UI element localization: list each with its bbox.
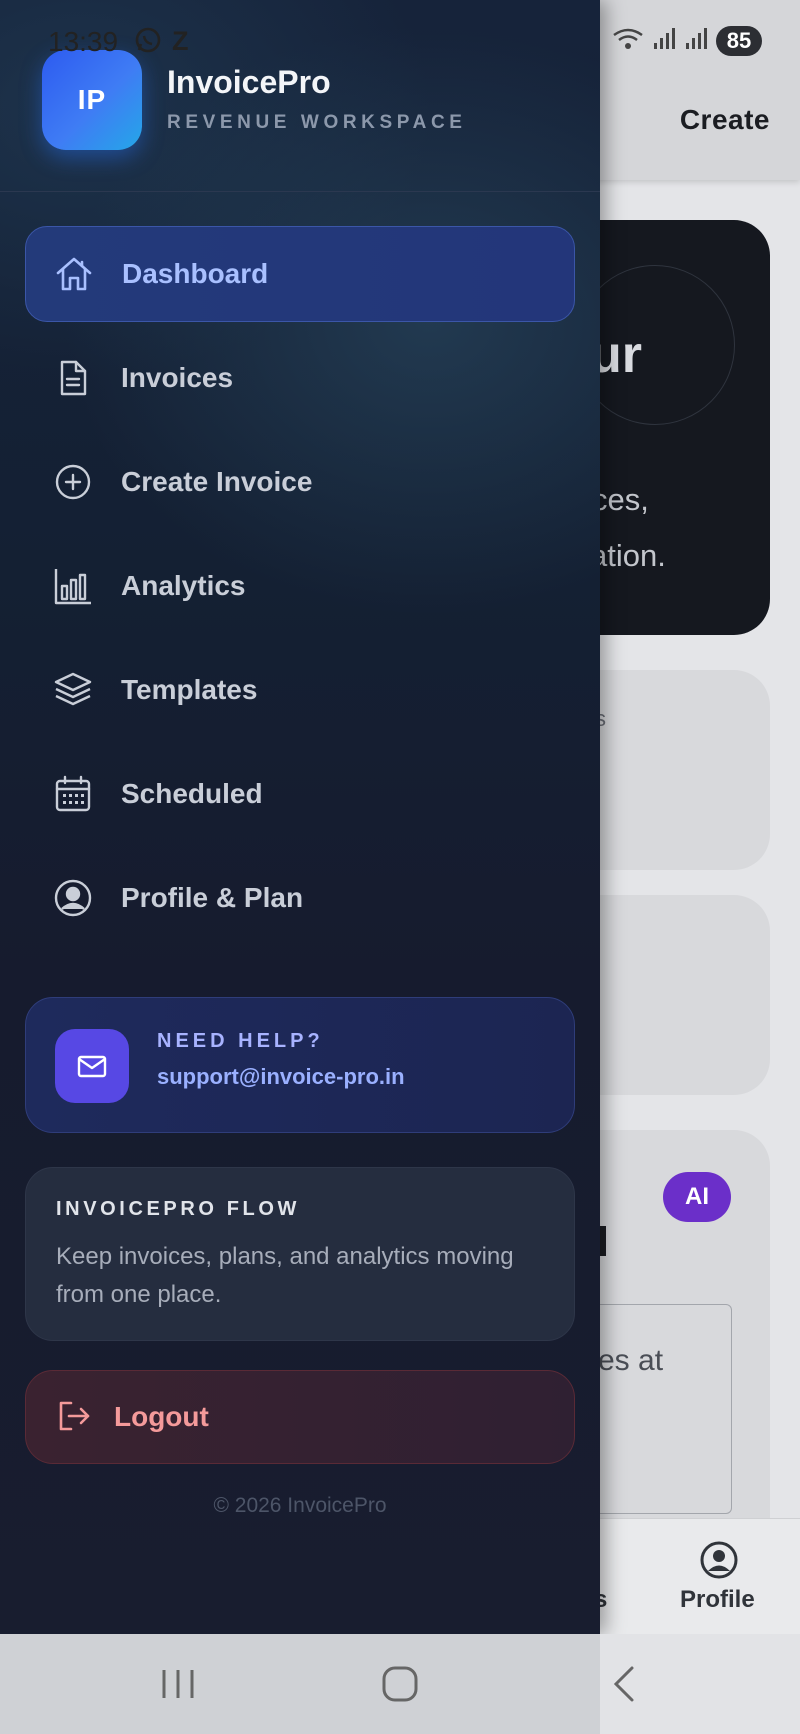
flow-description: Keep invoices, plans, and analytics movi… bbox=[56, 1243, 514, 1308]
user-circle-icon bbox=[53, 878, 93, 918]
ai-prompt-input[interactable] bbox=[590, 1304, 732, 1514]
nav-item-analytics[interactable]: Analytics bbox=[25, 538, 575, 634]
hero-text-line1: ces, bbox=[592, 482, 649, 517]
battery-indicator: 85 bbox=[716, 26, 762, 56]
nav-item-invoices[interactable]: Invoices bbox=[25, 330, 575, 426]
ai-badge: AI bbox=[663, 1172, 731, 1222]
recent-apps-icon[interactable] bbox=[160, 1664, 196, 1709]
signal-icon bbox=[652, 27, 676, 56]
system-nav-bar bbox=[0, 1634, 800, 1734]
status-letter: Z bbox=[172, 26, 189, 56]
nav-item-label: Create Invoice bbox=[121, 466, 313, 497]
hero-text-line2: ation. bbox=[590, 538, 666, 573]
nav-item-label: Templates bbox=[121, 674, 258, 705]
layers-icon bbox=[53, 670, 93, 710]
create-button[interactable]: Create bbox=[680, 104, 770, 136]
help-title: NEED HELP? bbox=[157, 1030, 324, 1052]
bar-chart-icon bbox=[53, 566, 93, 606]
nav-item-dashboard[interactable]: Dashboard bbox=[25, 226, 575, 322]
logout-button[interactable]: Logout bbox=[25, 1370, 575, 1464]
brand-name: InvoicePro bbox=[167, 64, 331, 100]
flow-card: INVOICEPRO FLOW Keep invoices, plans, an… bbox=[25, 1167, 575, 1341]
document-icon bbox=[53, 358, 93, 398]
nav-item-create-invoice[interactable]: Create Invoice bbox=[25, 434, 575, 530]
home-icon bbox=[54, 254, 94, 294]
nav-item-label: Dashboard bbox=[122, 258, 269, 289]
signal-icon bbox=[684, 27, 708, 56]
whatsapp-icon bbox=[134, 26, 162, 59]
navigation-drawer: IP InvoicePro REVENUE WORKSPACE Dashboar… bbox=[0, 0, 600, 1634]
help-card[interactable]: NEED HELP? support@invoice-pro.in bbox=[25, 997, 575, 1133]
brand-subtitle: REVENUE WORKSPACE bbox=[167, 112, 467, 133]
status-icons: 85 bbox=[612, 26, 762, 56]
status-time: 13:39 bbox=[48, 26, 119, 57]
nav-item-label: Analytics bbox=[121, 570, 246, 601]
nav-item-label: Profile & Plan bbox=[121, 882, 304, 913]
logout-icon bbox=[56, 1398, 92, 1439]
drawer-nav-list: Dashboard Invoices Create Invoice Analyt… bbox=[25, 226, 575, 954]
support-email-link[interactable]: support@invoice-pro.in bbox=[157, 1064, 405, 1090]
home-button-icon[interactable] bbox=[381, 1664, 419, 1709]
nav-item-profile-plan[interactable]: Profile & Plan bbox=[25, 850, 575, 946]
nav-item-scheduled[interactable]: Scheduled bbox=[25, 746, 575, 842]
brand-logo: IP bbox=[42, 50, 142, 150]
calendar-icon bbox=[53, 774, 93, 814]
bottom-nav-profile[interactable]: Profile bbox=[680, 1586, 755, 1614]
mail-icon bbox=[55, 1029, 129, 1103]
wifi-icon bbox=[612, 27, 644, 56]
nav-item-label: Scheduled bbox=[121, 778, 263, 809]
ai-prompt-text: es at bbox=[598, 1344, 664, 1377]
copyright: © 2026 InvoicePro bbox=[213, 1494, 387, 1517]
logout-label: Logout bbox=[114, 1401, 209, 1432]
system-nav-bar-shaded bbox=[0, 1634, 600, 1734]
divider bbox=[0, 191, 600, 192]
nav-item-templates[interactable]: Templates bbox=[25, 642, 575, 738]
back-icon[interactable] bbox=[608, 1664, 638, 1709]
nav-item-label: Invoices bbox=[121, 362, 234, 393]
flow-title: INVOICEPRO FLOW bbox=[56, 1198, 300, 1220]
plus-circle-icon bbox=[53, 462, 93, 502]
profile-icon[interactable] bbox=[699, 1540, 739, 1585]
